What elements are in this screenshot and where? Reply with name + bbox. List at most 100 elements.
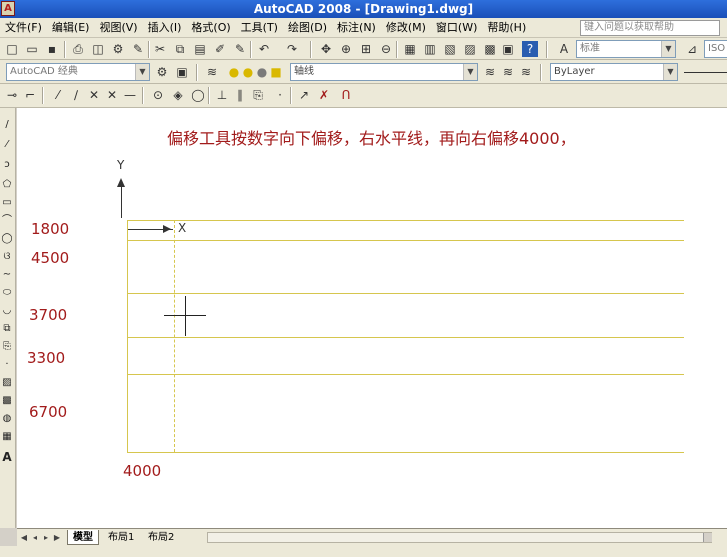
- drawing-canvas[interactable]: 偏移工具按数字向下偏移，右水平线，再向右偏移4000， Y X 1800 450…: [17, 108, 727, 528]
- text-style-icon[interactable]: A: [556, 41, 572, 57]
- menu-edit[interactable]: 编辑(E): [47, 18, 95, 38]
- table-icon[interactable]: ▦: [0, 430, 14, 444]
- last-tab-icon[interactable]: ▶: [52, 531, 62, 544]
- design-center-icon[interactable]: ▥: [422, 41, 438, 57]
- sheet-set-icon[interactable]: ▨: [462, 41, 478, 57]
- axis-line-vertical[interactable]: [127, 220, 128, 452]
- preview-icon[interactable]: ◫: [90, 41, 106, 57]
- make-current-layer-icon[interactable]: ≋: [482, 64, 498, 80]
- tool-palettes-icon[interactable]: ▧: [442, 41, 458, 57]
- scrollbar-thumb[interactable]: [703, 533, 712, 542]
- tab-model[interactable]: 模型: [67, 530, 99, 545]
- snap-tangent-icon[interactable]: ◯: [190, 87, 206, 103]
- color-swatch-icon[interactable]: ■: [268, 64, 284, 80]
- axis-line-6[interactable]: [127, 452, 684, 453]
- ellipse-arc-icon[interactable]: ◡: [0, 304, 14, 318]
- linetype-preview[interactable]: [684, 72, 727, 73]
- arc-icon[interactable]: ⌒: [0, 214, 14, 228]
- autocad-logo-icon[interactable]: A: [1, 1, 15, 16]
- match-properties-icon[interactable]: ✐: [212, 41, 228, 57]
- help-search-input[interactable]: 键入问题以获取帮助: [580, 20, 720, 36]
- polygon-icon[interactable]: ⬠: [0, 178, 14, 192]
- menu-view[interactable]: 视图(V): [94, 18, 142, 38]
- calculator-icon[interactable]: ▣: [500, 41, 516, 57]
- snap-parallel-icon[interactable]: ∥: [232, 87, 248, 103]
- publish-icon[interactable]: ⚙: [110, 41, 126, 57]
- snap-midpoint-icon[interactable]: ∕: [68, 87, 84, 103]
- menu-dimension[interactable]: 标注(N): [332, 18, 381, 38]
- snap-none-icon[interactable]: ✗: [316, 87, 332, 103]
- copy-icon[interactable]: ⧉: [172, 41, 188, 57]
- point-icon[interactable]: ·: [0, 358, 14, 372]
- hatch-icon[interactable]: ▨: [0, 376, 14, 390]
- menu-help[interactable]: 帮助(H): [482, 18, 531, 38]
- menu-draw[interactable]: 绘图(D): [283, 18, 332, 38]
- axis-line-1[interactable]: [127, 220, 684, 221]
- menu-insert[interactable]: 插入(I): [143, 18, 187, 38]
- help-icon[interactable]: ?: [522, 41, 538, 57]
- menu-format[interactable]: 格式(O): [186, 18, 235, 38]
- insert-block-icon[interactable]: ⧉: [0, 322, 14, 336]
- osnap-settings-icon[interactable]: Ո: [338, 87, 354, 103]
- snap-node-icon[interactable]: ·: [272, 87, 288, 103]
- construction-line-icon[interactable]: ⁄: [0, 138, 14, 152]
- menu-tools[interactable]: 工具(T): [236, 18, 283, 38]
- tab-layout1[interactable]: 布局1: [103, 530, 139, 545]
- make-block-icon[interactable]: ⎘: [0, 340, 14, 354]
- zoom-realtime-icon[interactable]: ⊕: [338, 41, 354, 57]
- circle-icon[interactable]: ◯: [0, 232, 14, 246]
- first-tab-icon[interactable]: ◀: [19, 531, 29, 544]
- snap-apparent-icon[interactable]: ✕: [104, 87, 120, 103]
- snap-center-icon[interactable]: ⊙: [150, 87, 166, 103]
- properties-icon[interactable]: ▦: [402, 41, 418, 57]
- ellipse-icon[interactable]: ⬭: [0, 286, 14, 300]
- menu-modify[interactable]: 修改(M): [381, 18, 431, 38]
- markup-icon[interactable]: ▩: [482, 41, 498, 57]
- axis-line-5[interactable]: [127, 374, 684, 375]
- spline-icon[interactable]: ∼: [0, 268, 14, 282]
- next-tab-icon[interactable]: ▸: [41, 531, 51, 544]
- axis-line-4[interactable]: [127, 337, 684, 338]
- menu-file[interactable]: 文件(F): [0, 18, 47, 38]
- redo-icon[interactable]: ↷: [284, 41, 300, 57]
- pan-icon[interactable]: ✥: [318, 41, 334, 57]
- snap-quadrant-icon[interactable]: ◈: [170, 87, 186, 103]
- rectangle-icon[interactable]: ▭: [0, 196, 14, 210]
- snap-perpendicular-icon[interactable]: ⊥: [214, 87, 230, 103]
- workspace-save-icon[interactable]: ▣: [174, 64, 190, 80]
- axis-line-3[interactable]: [127, 293, 684, 294]
- snap-from-icon[interactable]: ⌐: [22, 87, 38, 103]
- layer-manager-icon[interactable]: ≋: [204, 64, 220, 80]
- temporary-track-icon[interactable]: ⊸: [4, 87, 20, 103]
- print-icon[interactable]: ⎙: [70, 41, 86, 57]
- zoom-previous-icon[interactable]: ⊖: [378, 41, 394, 57]
- text-style-select[interactable]: 标准 ▼: [576, 40, 676, 58]
- snap-extension-icon[interactable]: —: [122, 87, 138, 103]
- block-editor-icon[interactable]: ✎: [232, 41, 248, 57]
- workspace-settings-icon[interactable]: ⚙: [154, 64, 170, 80]
- prev-tab-icon[interactable]: ◂: [30, 531, 40, 544]
- open-icon[interactable]: ▭: [24, 41, 40, 57]
- new-icon[interactable]: □: [4, 41, 20, 57]
- snap-insert-icon[interactable]: ⎘: [250, 87, 266, 103]
- paste-icon[interactable]: ▤: [192, 41, 208, 57]
- horizontal-scrollbar[interactable]: [207, 532, 712, 543]
- tab-layout2[interactable]: 布局2: [143, 530, 179, 545]
- save-icon[interactable]: ▪: [44, 41, 60, 57]
- layer-previous-icon[interactable]: ≋: [500, 64, 516, 80]
- polyline-icon[interactable]: ↄ: [0, 158, 14, 172]
- axis-line-2[interactable]: [127, 240, 684, 241]
- gradient-icon[interactable]: ▩: [0, 394, 14, 408]
- line-icon[interactable]: /: [0, 118, 14, 132]
- dim-style-select[interactable]: ISO: [704, 40, 727, 58]
- axis-line-vertical-dashed[interactable]: [174, 220, 175, 452]
- snap-intersection-icon[interactable]: ✕: [86, 87, 102, 103]
- layer-states-icon[interactable]: ≋: [518, 64, 534, 80]
- revcloud-icon[interactable]: ଓ: [0, 250, 14, 264]
- color-select[interactable]: ByLayer ▼: [550, 63, 678, 81]
- snap-nearest-icon[interactable]: ↗: [296, 87, 312, 103]
- cut-icon[interactable]: ✂: [152, 41, 168, 57]
- workspace-select[interactable]: AutoCAD 经典 ▼: [6, 63, 150, 81]
- plot-icon[interactable]: ✎: [130, 41, 146, 57]
- undo-icon[interactable]: ↶: [256, 41, 272, 57]
